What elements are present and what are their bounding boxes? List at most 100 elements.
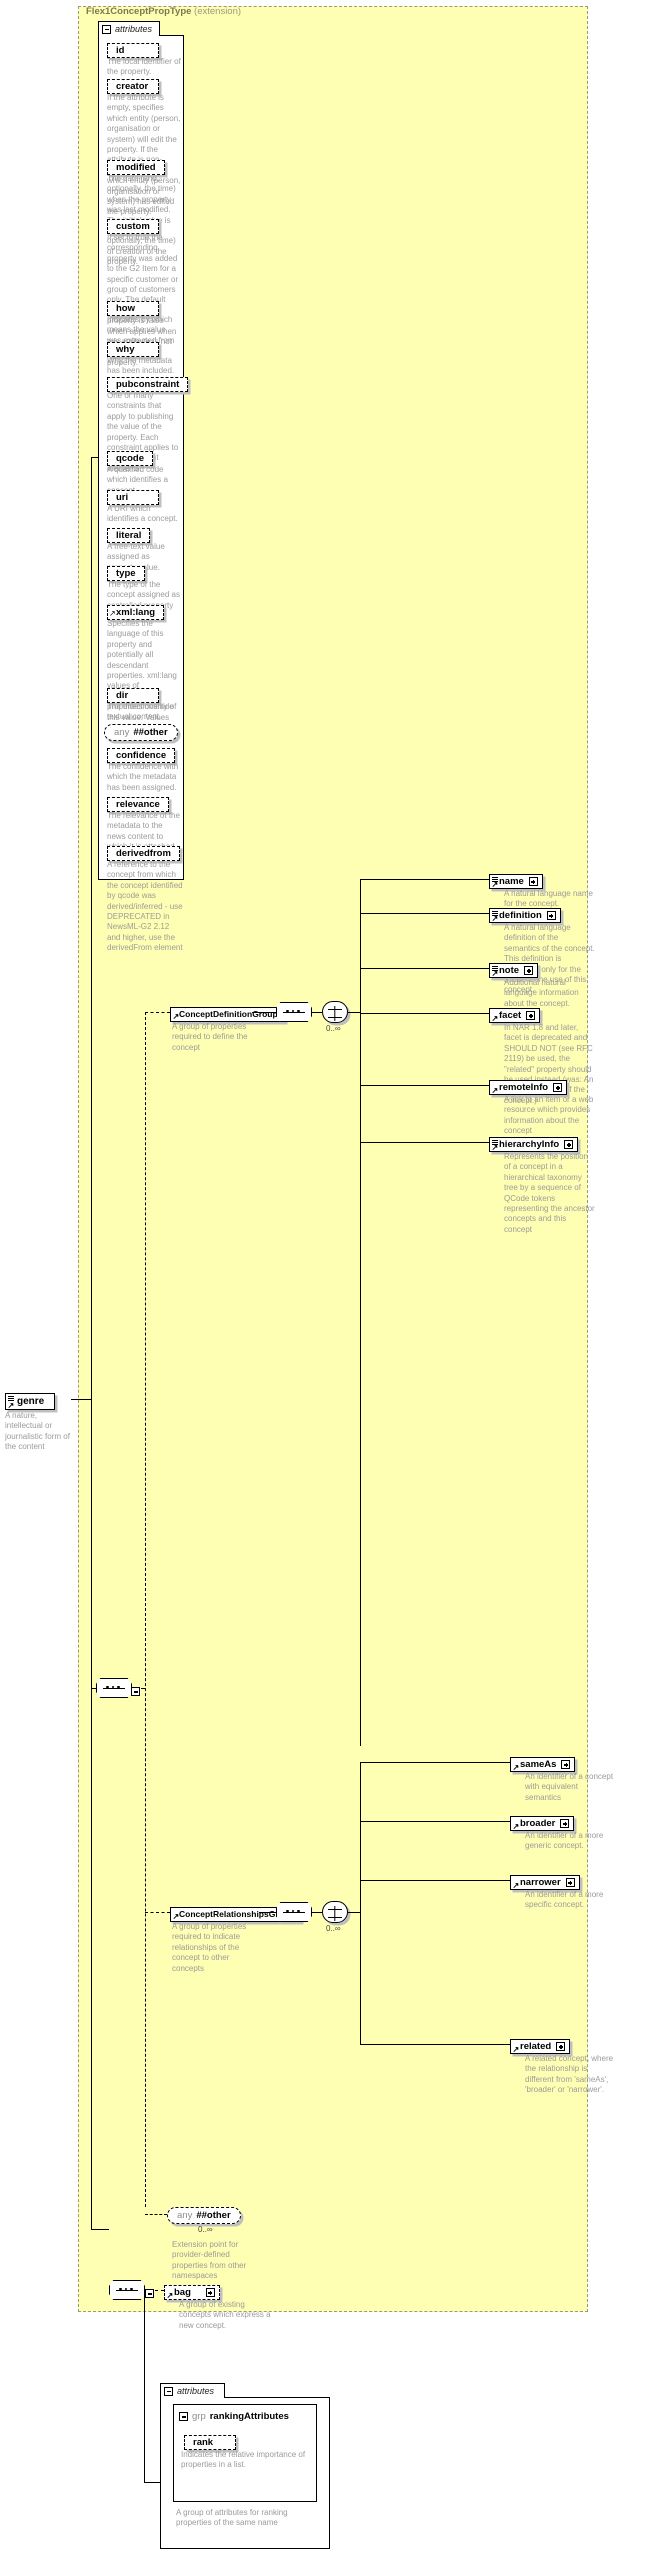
attribute-dir[interactable]: dir (107, 685, 159, 703)
collapse-minus-icon[interactable] (164, 2386, 173, 2396)
extension-any-other[interactable]: any ##other (167, 2205, 241, 2224)
attribute-how[interactable]: how (107, 298, 159, 316)
element-node[interactable]: ↗ sameAs (510, 1757, 576, 1772)
attribute-chip[interactable]: creator (107, 79, 159, 94)
sequence-symbol[interactable] (276, 1002, 312, 1022)
group-concept-definition[interactable]: ↗ ConceptDefinitionGroup (170, 1004, 285, 1022)
bag-sequence-minus[interactable] (145, 2285, 154, 2303)
sequence-symbol[interactable] (276, 1902, 312, 1922)
attribute-chip[interactable]: pubconstraint (107, 377, 189, 392)
sequence-symbol[interactable] (109, 2280, 145, 2300)
sequence-symbol[interactable] (96, 1678, 132, 1698)
any-other-node[interactable]: any ##other (167, 2207, 241, 2224)
connector-line (360, 968, 489, 969)
attribute-chip[interactable]: dir (107, 688, 159, 703)
attribute-chip[interactable]: derivedfrom (107, 846, 180, 861)
attribute-chip[interactable]: custom (107, 219, 159, 234)
attribute-uri-description: A URI which identifies a concept. (107, 504, 178, 524)
ranking-attributes-tab[interactable]: attributes (160, 2383, 225, 2398)
attribute-uri[interactable]: uri (107, 487, 159, 505)
attribute-chip[interactable]: rank (184, 2435, 236, 2450)
concept-relationships-choice[interactable] (322, 1901, 348, 1923)
attribute-creator[interactable]: creator (107, 76, 159, 94)
attributes-tab[interactable]: attributes (98, 21, 160, 36)
expand-plus-icon[interactable] (524, 966, 534, 975)
element-bag[interactable]: ↗ bag (164, 2282, 220, 2300)
element-definition[interactable]: ↗ definition (489, 905, 561, 923)
attribute-derivedfrom[interactable]: derivedfrom (107, 843, 180, 861)
attribute-chip[interactable]: qcode (107, 451, 153, 466)
attribute-any-other[interactable]: any ##other (104, 722, 178, 741)
main-sequence-minus[interactable] (131, 1683, 140, 1701)
attribute-type[interactable]: type (107, 563, 145, 581)
expand-plus-icon[interactable] (556, 2042, 566, 2051)
expand-plus-icon[interactable] (565, 1878, 575, 1887)
element-broader[interactable]: ↗ broader (510, 1813, 575, 1831)
element-node[interactable]: ↗ hierarchyInfo (489, 1137, 579, 1152)
element-note[interactable]: ↗ note (489, 960, 539, 978)
expand-plus-icon[interactable] (553, 1083, 563, 1092)
concept-definition-sequence[interactable] (276, 1002, 312, 1022)
element-name[interactable]: ↗ name (489, 871, 543, 889)
concept-relationships-sequence[interactable] (276, 1902, 312, 1922)
attribute-chip[interactable]: why (107, 342, 159, 357)
main-sequence-node[interactable] (96, 1678, 132, 1698)
group-label: ConceptDefinitionGroup (179, 1009, 278, 1019)
element-facet[interactable]: ↗ facet (489, 1005, 541, 1023)
choice-symbol[interactable] (322, 1001, 348, 1023)
attribute-modified[interactable]: modified (107, 157, 165, 175)
attribute-chip[interactable]: confidence (107, 748, 176, 763)
attribute-chip[interactable]: literal (107, 528, 151, 543)
collapse-minus-icon[interactable] (179, 2412, 188, 2421)
genre-node[interactable]: ↗ genre (5, 1393, 56, 1410)
expand-plus-icon[interactable] (526, 1011, 536, 1020)
element-node[interactable]: ↗ definition (489, 908, 561, 923)
expand-plus-icon[interactable] (205, 2288, 215, 2297)
attribute-chip[interactable]: id (107, 43, 159, 58)
bag-sequence[interactable] (109, 2280, 145, 2300)
attribute-rank[interactable]: rank (184, 2432, 236, 2450)
attribute-pubconstraint[interactable]: pubconstraint (107, 374, 189, 392)
element-node[interactable]: ↗ name (489, 874, 543, 889)
connector-line (91, 457, 92, 1400)
attribute-chip[interactable]: type (107, 566, 145, 581)
ranking-group-header[interactable]: grp rankingAttributes (179, 2411, 289, 2422)
collapse-minus-icon[interactable] (131, 1687, 140, 1696)
attribute-chip[interactable]: how (107, 301, 159, 316)
attribute-literal[interactable]: literal (107, 525, 151, 543)
attribute-id[interactable]: id (107, 40, 159, 58)
attribute-custom[interactable]: custom (107, 216, 159, 234)
element-node[interactable]: ↗ related (510, 2039, 571, 2054)
concept-definition-choice[interactable] (322, 1001, 348, 1023)
element-sameas[interactable]: ↗ sameAs (510, 1754, 576, 1772)
expand-plus-icon[interactable] (560, 1819, 570, 1828)
element-node[interactable]: ↗ note (489, 963, 539, 978)
choice-symbol[interactable] (322, 1901, 348, 1923)
element-node[interactable]: ↗ remoteInfo (489, 1080, 568, 1095)
element-node[interactable]: ↗ bag (164, 2285, 220, 2300)
expand-plus-icon[interactable] (561, 1760, 571, 1769)
attribute-relevance[interactable]: relevance (107, 794, 169, 812)
element-hierarchyinfo[interactable]: ↗ hierarchyInfo (489, 1134, 579, 1152)
attribute-qcode[interactable]: qcode (107, 448, 153, 466)
attribute-confidence[interactable]: confidence (107, 745, 176, 763)
attribute-why[interactable]: why (107, 339, 159, 357)
attribute-chip[interactable]: uri (107, 490, 159, 505)
element-node[interactable]: ↗ facet (489, 1008, 541, 1023)
element-node[interactable]: ↗ broader (510, 1816, 575, 1831)
connector-line (91, 1688, 97, 1689)
any-other-node[interactable]: any ##other (104, 724, 178, 741)
element-node[interactable]: ↗ narrower (510, 1875, 580, 1890)
element-related[interactable]: ↗ related (510, 2036, 571, 2054)
expand-plus-icon[interactable] (564, 1140, 574, 1149)
group-node[interactable]: ↗ ConceptDefinitionGroup (170, 1006, 285, 1022)
root-element-genre[interactable]: ↗ genre (5, 1391, 56, 1410)
element-remoteinfo[interactable]: ↗ remoteInfo (489, 1077, 568, 1095)
collapse-minus-icon[interactable] (102, 24, 111, 34)
element-narrower[interactable]: ↗ narrower (510, 1872, 580, 1890)
expand-plus-icon[interactable] (528, 877, 538, 886)
expand-plus-icon[interactable] (546, 911, 556, 920)
collapse-minus-icon[interactable] (145, 2289, 154, 2298)
attribute-chip[interactable]: modified (107, 160, 165, 175)
attribute-chip[interactable]: relevance (107, 797, 169, 812)
